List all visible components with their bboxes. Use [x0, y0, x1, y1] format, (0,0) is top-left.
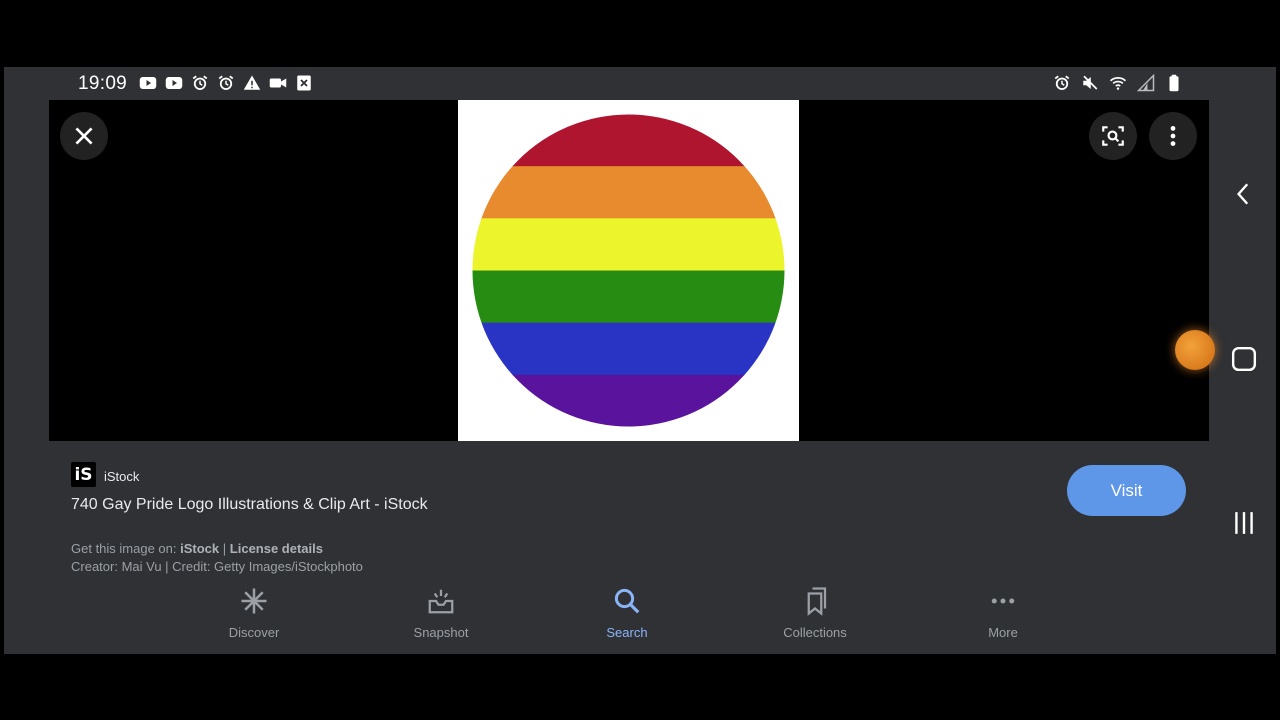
- preview-image[interactable]: [458, 100, 799, 441]
- source-logo: iS: [71, 462, 96, 487]
- get-image-line: Get this image on: iStock | License deta…: [71, 541, 323, 556]
- nav-snapshot-label: Snapshot: [413, 625, 469, 640]
- nav-search[interactable]: Search: [567, 586, 687, 640]
- mute-icon: [1080, 73, 1100, 93]
- nav-snapshot[interactable]: Snapshot: [381, 586, 501, 640]
- get-image-source-link[interactable]: iStock: [180, 541, 219, 556]
- collections-icon: [807, 587, 827, 616]
- alarm-icon: [216, 73, 236, 93]
- result-details: iS iStock 740 Gay Pride Logo Illustratio…: [49, 441, 1209, 574]
- back-icon[interactable]: [1231, 181, 1257, 207]
- battery-icon: [1164, 73, 1184, 93]
- more-options-button[interactable]: [1149, 112, 1197, 160]
- nav-search-label: Search: [606, 625, 648, 640]
- alarm-icon: [1052, 73, 1072, 93]
- bottom-navigation: Discover Snapshot Search Collections Mor…: [4, 574, 1210, 654]
- youtube-icon: [138, 73, 158, 93]
- discover-icon: [241, 588, 267, 614]
- close-box-icon: [294, 73, 314, 93]
- system-status-icons: [1052, 73, 1184, 93]
- visit-button[interactable]: Visit: [1067, 465, 1186, 516]
- rainbow-circle-image: [472, 114, 785, 427]
- nav-more[interactable]: More: [943, 586, 1063, 640]
- rainbow-stripe: [472, 322, 785, 376]
- rainbow-stripe: [472, 374, 785, 427]
- system-navigation: [1210, 67, 1276, 654]
- rainbow-stripe: [472, 270, 785, 324]
- rainbow-stripe: [472, 218, 785, 271]
- get-image-prefix: Get this image on:: [71, 541, 177, 556]
- close-button[interactable]: [60, 112, 108, 160]
- signal-icon: [1136, 73, 1156, 93]
- home-icon[interactable]: [1231, 346, 1257, 372]
- nav-collections[interactable]: Collections: [755, 586, 875, 640]
- nav-more-label: More: [988, 625, 1018, 640]
- close-icon: [75, 127, 93, 145]
- result-title[interactable]: 740 Gay Pride Logo Illustrations & Clip …: [71, 496, 428, 514]
- recents-icon[interactable]: [1231, 510, 1257, 536]
- phone-screen: 19:09 iS iStock 740 Gay Pride Logo Illus…: [4, 67, 1276, 654]
- warning-icon: [242, 73, 262, 93]
- image-viewer: [49, 100, 1209, 441]
- youtube-icon: [164, 73, 184, 93]
- rainbow-stripe: [472, 114, 785, 167]
- lens-button[interactable]: [1089, 112, 1137, 160]
- status-time: 19:09: [78, 73, 128, 94]
- source-name[interactable]: iStock: [104, 469, 139, 484]
- separator: |: [222, 541, 227, 556]
- alarm-icon: [190, 73, 210, 93]
- nav-discover[interactable]: Discover: [194, 586, 314, 640]
- snapshot-icon: [428, 589, 454, 614]
- nav-discover-label: Discover: [228, 625, 280, 640]
- notification-icons: [138, 73, 314, 93]
- floating-bubble[interactable]: [1175, 330, 1215, 370]
- credit-line: Creator: Mai Vu | Credit: Getty Images/i…: [71, 559, 363, 574]
- status-bar: 19:09: [4, 67, 1210, 100]
- search-icon: [614, 588, 640, 614]
- more-vert-icon: [1170, 126, 1176, 146]
- wifi-icon: [1108, 73, 1128, 93]
- rainbow-stripe: [472, 166, 785, 219]
- video-icon: [268, 73, 288, 93]
- nav-collections-label: Collections: [783, 625, 847, 640]
- license-details-link[interactable]: License details: [230, 541, 323, 556]
- lens-search-icon: [1102, 126, 1124, 146]
- more-horiz-icon: [991, 598, 1015, 604]
